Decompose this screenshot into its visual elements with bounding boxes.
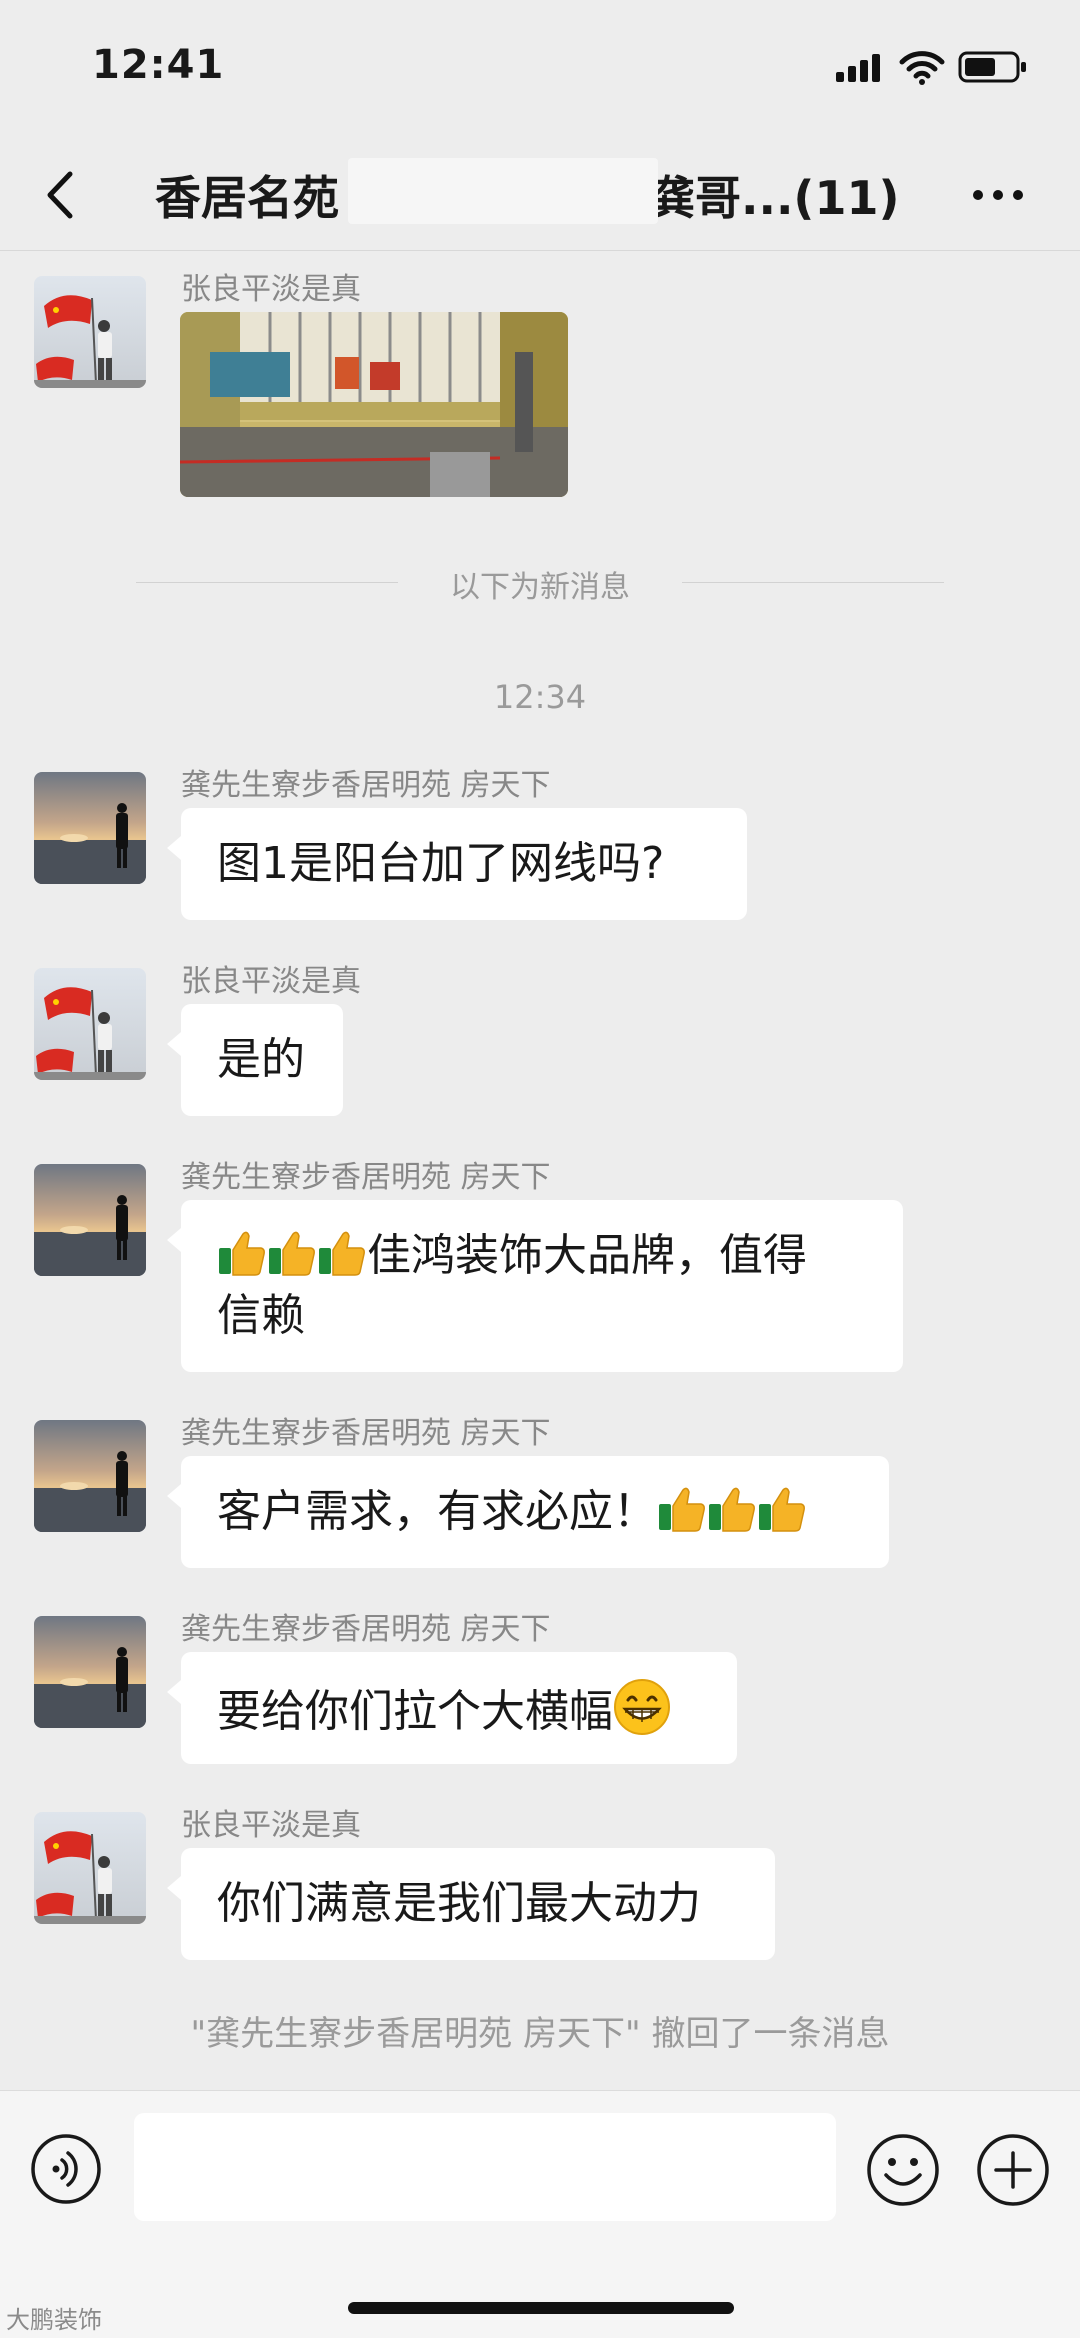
sender-name: 张良平淡是真 (181, 272, 361, 307)
thumbs-up-icon (757, 1484, 807, 1534)
new-messages-divider: 以下为新消息 (450, 570, 630, 605)
sender-name: 龚先生寮步香居明苑 房天下 (181, 1416, 551, 1451)
battery-icon (958, 51, 1026, 83)
sender-name: 龚先生寮步香居明苑 房天下 (181, 1160, 551, 1195)
input-bar (0, 2090, 1080, 2338)
thumbs-up-icon (657, 1484, 707, 1534)
avatar[interactable] (34, 772, 146, 884)
status-time: 12:41 (92, 42, 225, 88)
avatar[interactable] (34, 1420, 146, 1532)
message-bubble[interactable]: 要给你们拉个大横幅 (167, 1652, 737, 1764)
wifi-icon (899, 51, 945, 85)
thumbs-up-icon (267, 1228, 317, 1278)
sender-name: 张良平淡是真 (181, 964, 361, 999)
status-bar: 12:41 (0, 0, 1080, 140)
message-text: 图1是阳台加了网线吗? (217, 838, 665, 889)
message-text: 是的 (217, 1034, 305, 1085)
avatar[interactable] (34, 968, 146, 1080)
signal-icon (836, 54, 880, 82)
back-icon[interactable] (40, 168, 80, 222)
message-bubble[interactable]: 你们满意是我们最大动力 (167, 1848, 775, 1960)
message-bubble[interactable]: 图1是阳台加了网线吗? (167, 808, 747, 920)
voice-input-icon[interactable] (30, 2133, 102, 2205)
message-text: 你们满意是我们最大动力 (217, 1878, 701, 1929)
redacted-block (348, 158, 658, 224)
message-bubble[interactable]: 是的 (167, 1004, 343, 1116)
chat-title-left: 香居名苑 (155, 171, 339, 225)
avatar[interactable] (34, 1164, 146, 1276)
thumbs-up-icon (217, 1228, 267, 1278)
photo-message[interactable] (180, 312, 568, 497)
chat-header: 香居名苑 龚哥...(11) (0, 140, 1080, 251)
message-bubble[interactable]: 佳鸿装饰大品牌，值得 信赖 (167, 1200, 903, 1372)
watermark: 大鹏装饰 (6, 2306, 102, 2334)
sender-name: 龚先生寮步香居明苑 房天下 (181, 768, 551, 803)
grinning-face-icon (613, 1678, 671, 1736)
thumbs-up-icon (707, 1484, 757, 1534)
thumbs-up-icon (317, 1228, 367, 1278)
plus-icon[interactable] (976, 2133, 1050, 2207)
recall-notice: "龚先生寮步香居明苑 房天下" 撤回了一条消息 (190, 2014, 890, 2054)
time-stamp: 12:34 (493, 678, 587, 716)
message-bubble[interactable]: 客户需求，有求必应！ (167, 1456, 889, 1568)
home-indicator (348, 2302, 734, 2314)
divider-line-right (682, 582, 944, 583)
avatar[interactable] (34, 1812, 146, 1924)
emoji-icon[interactable] (866, 2133, 940, 2207)
message-text-line2: 信赖 (217, 1290, 305, 1341)
message-text: 佳鸿装饰大品牌，值得 (367, 1230, 807, 1281)
message-text: 客户需求，有求必应！ (217, 1486, 657, 1537)
sender-name: 龚先生寮步香居明苑 房天下 (181, 1612, 551, 1647)
message-text: 要给你们拉个大横幅 (217, 1686, 613, 1737)
message-input[interactable] (134, 2113, 836, 2221)
avatar[interactable] (34, 1616, 146, 1728)
chat-title-right: 龚哥...(11) (649, 171, 900, 225)
message-line: 佳鸿装饰大品牌，值得 (217, 1226, 867, 1286)
avatar[interactable] (34, 276, 146, 388)
sender-name: 张良平淡是真 (181, 1808, 361, 1843)
more-icon[interactable] (970, 184, 1026, 206)
